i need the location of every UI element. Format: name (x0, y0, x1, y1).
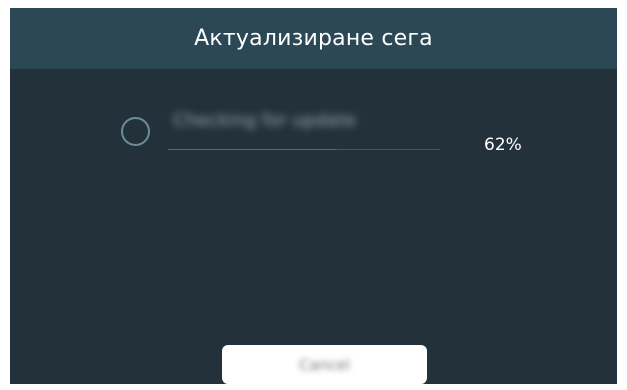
progress-bar-fill (168, 149, 337, 150)
update-dialog: Актуализиране сега Checking for update 6… (10, 8, 617, 384)
progress-bar (168, 149, 440, 150)
loading-spinner-icon (121, 117, 150, 146)
dialog-title: Актуализиране сега (194, 26, 433, 51)
cancel-button-label: Cancel (299, 355, 350, 374)
update-status-text: Checking for update (173, 110, 356, 131)
cancel-button[interactable]: Cancel (222, 345, 427, 384)
dialog-title-bar: Актуализиране сега (10, 8, 617, 69)
progress-percent: 62% (484, 135, 522, 155)
